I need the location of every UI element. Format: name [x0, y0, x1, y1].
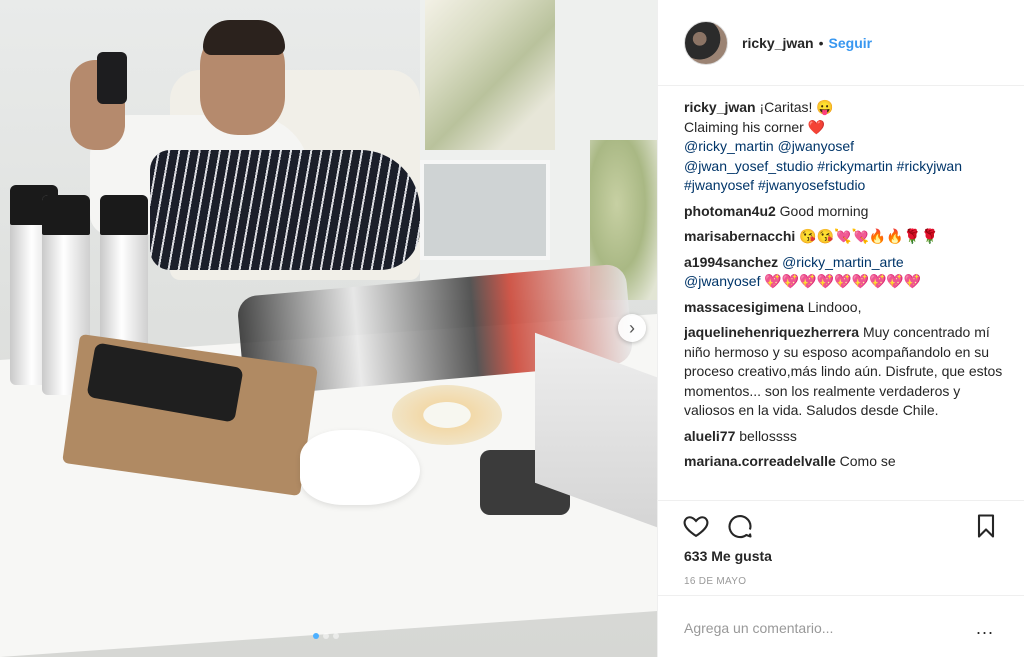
comment-form: ... — [658, 595, 1024, 657]
post-header: ricky_jwan • Seguir — [658, 0, 1024, 86]
comment-username[interactable]: marisabernacchi — [684, 228, 795, 244]
comment-username[interactable]: massacesigimena — [684, 299, 804, 315]
photo-person-hair — [203, 20, 285, 55]
caption: ricky_jwan ¡Caritas! 😛 Claiming his corn… — [684, 98, 1004, 196]
comment-item: marisabernacchi 😘😘💘💘🔥🔥🌹🌹 — [684, 227, 1004, 247]
comment-username[interactable]: mariana.correadelvalle — [684, 453, 836, 469]
mention-link[interactable]: @ricky_martin_arte — [782, 254, 904, 270]
photo-person-legs — [150, 150, 420, 270]
caption-line2: Claiming his corner — [684, 118, 804, 135]
follow-button[interactable]: Seguir — [829, 35, 873, 51]
comment-text: 😘😘💘💘🔥🔥🌹🌹 — [799, 228, 939, 244]
bookmark-icon[interactable] — [972, 512, 1000, 540]
post-side-panel: ricky_jwan • Seguir ricky_jwan ¡Caritas!… — [657, 0, 1024, 657]
comment-username[interactable]: photoman4u2 — [684, 203, 776, 219]
photo-canvas-art — [425, 0, 555, 150]
comments-list[interactable]: ricky_jwan ¡Caritas! 😛 Claiming his corn… — [684, 98, 1004, 500]
carousel-dot — [323, 633, 329, 639]
mention-link[interactable]: @jwanyosef — [778, 138, 854, 154]
carousel-dot-active — [313, 633, 319, 639]
heart-outline-icon[interactable] — [682, 512, 710, 540]
comment-text: Lindooo, — [807, 298, 862, 315]
hashtag-link[interactable]: #jwanyosef — [684, 177, 754, 193]
mention-link[interactable]: @jwanyosef — [684, 273, 760, 289]
carousel-next-button[interactable]: › — [618, 314, 646, 342]
caption-line1: ¡Caritas! 😛 — [759, 99, 834, 115]
comment-text: 💖💖💖💖💖💖💖💖💖 — [764, 273, 922, 289]
avatar[interactable] — [684, 20, 728, 65]
action-bar — [658, 500, 1024, 550]
carousel-dots — [313, 633, 339, 639]
chevron-right-icon: › — [629, 317, 635, 338]
comment-item: photoman4u2 Good morning — [684, 202, 1004, 222]
hashtag-link[interactable]: #jwanyosefstudio — [758, 177, 865, 193]
mention-link[interactable]: @jwan_yosef_studio — [684, 158, 813, 174]
hashtag-link[interactable]: #rickyjwan — [897, 158, 962, 174]
hashtag-link[interactable]: #rickymartin — [817, 158, 892, 174]
carousel-dot — [333, 633, 339, 639]
comment-item: a1994sanchez @ricky_martin_arte @jwanyos… — [684, 253, 1004, 292]
caption-username[interactable]: ricky_jwan — [684, 99, 756, 115]
post-photo[interactable]: › — [0, 0, 657, 657]
comment-item: jaquelinehenriquezherrera Muy concentrad… — [684, 323, 1004, 421]
photo-tape-roll — [392, 385, 502, 445]
photo-window — [420, 160, 550, 260]
comment-username[interactable]: alueli77 — [684, 428, 735, 444]
red-heart-icon: ❤️ — [807, 118, 826, 135]
header-separator: • — [818, 34, 824, 51]
speech-bubble-icon[interactable] — [726, 512, 754, 540]
comment-item: massacesigimena Lindooo, — [684, 298, 1004, 318]
comment-text: Good morning — [779, 202, 869, 219]
comment-item: mariana.correadelvalle Como se — [684, 452, 1004, 472]
comment-text: bellossss — [739, 427, 797, 444]
comment-item: alueli77 bellossss — [684, 427, 1004, 447]
post-date[interactable]: 16 DE MAYO — [684, 576, 746, 587]
comment-username[interactable]: jaquelinehenriquezherrera — [684, 324, 859, 340]
more-options-icon[interactable]: ... — [976, 618, 994, 639]
photo-phone — [97, 52, 127, 104]
comment-username[interactable]: a1994sanchez — [684, 254, 778, 270]
comment-input[interactable] — [684, 614, 964, 642]
post-username[interactable]: ricky_jwan — [742, 35, 814, 51]
mention-link[interactable]: @ricky_martin — [684, 138, 774, 154]
comment-text: Como se — [839, 453, 896, 469]
like-count[interactable]: 633 Me gusta — [684, 548, 772, 564]
